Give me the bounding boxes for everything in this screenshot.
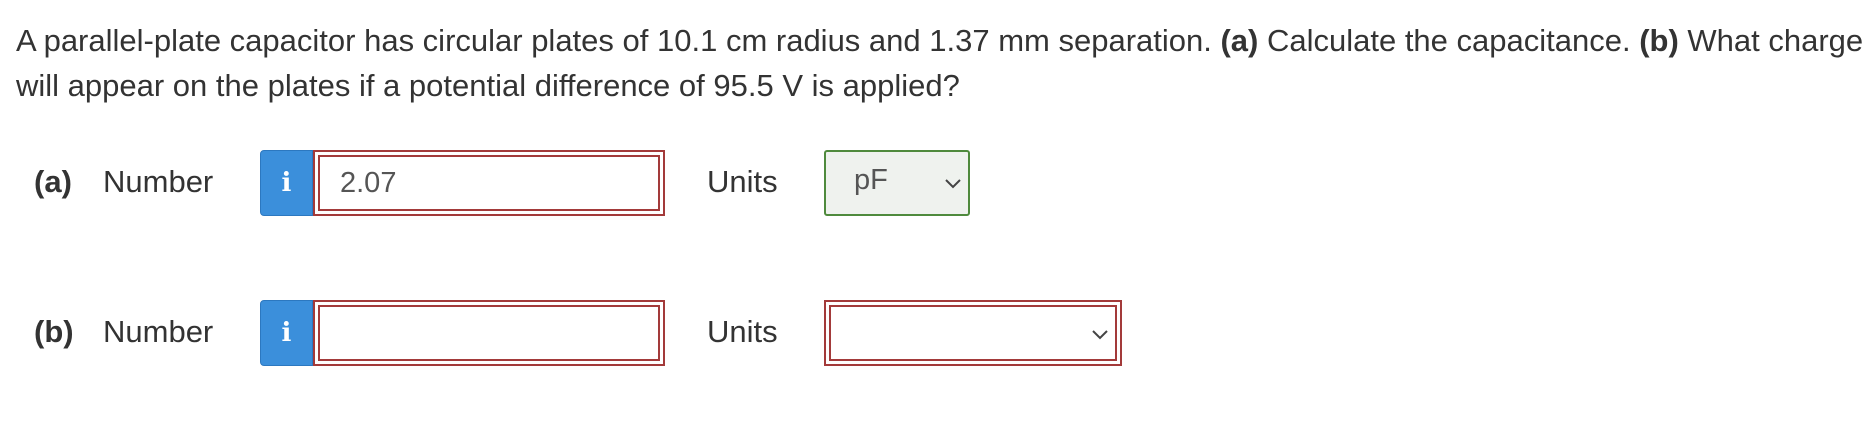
chevron-down-icon	[945, 179, 961, 189]
question-text: A parallel-plate capacitor has circular …	[16, 18, 1866, 108]
part-b-number-value[interactable]	[318, 305, 660, 361]
part-b-label: (b)	[34, 314, 74, 349]
part-b-units-label: Units	[707, 314, 778, 349]
part-b-units-select[interactable]	[824, 300, 1122, 366]
chevron-down-icon	[1092, 330, 1108, 340]
part-a-units-label: Units	[707, 164, 778, 199]
part-a-info-icon[interactable]: i	[260, 150, 313, 216]
part-a-number-value[interactable]: 2.07	[318, 155, 660, 211]
question-page: A parallel-plate capacitor has circular …	[0, 0, 1872, 426]
part-a-units-value: pF	[854, 164, 888, 196]
question-text-part-1: A parallel-plate capacitor has circular …	[16, 23, 1221, 58]
part-a-number-input[interactable]: 2.07	[313, 150, 665, 216]
question-part-b-marker: (b)	[1639, 23, 1679, 58]
question-part-a-marker: (a)	[1220, 23, 1259, 58]
part-b-info-icon[interactable]: i	[260, 300, 313, 366]
part-b-number-input[interactable]	[313, 300, 665, 366]
part-a-label: (a)	[34, 164, 72, 199]
part-b-number-label: Number	[103, 314, 214, 349]
part-a-number-label: Number	[103, 164, 214, 199]
part-a-units-select[interactable]: pF	[824, 150, 970, 216]
part-b-units-select-inner[interactable]	[829, 305, 1117, 361]
question-text-part-2: Calculate the capacitance.	[1258, 23, 1640, 58]
